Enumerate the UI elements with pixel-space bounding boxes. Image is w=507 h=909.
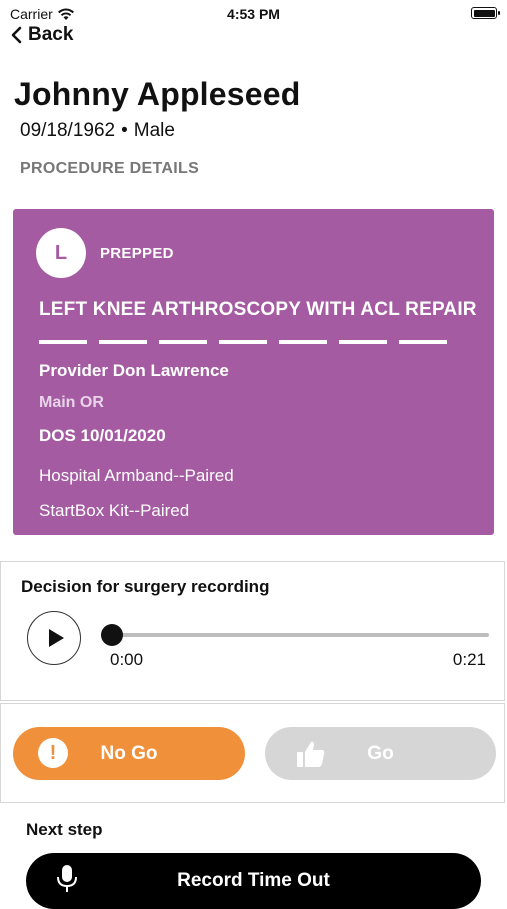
decision-panel: ! No Go Go — [0, 703, 505, 803]
chevron-left-icon — [11, 26, 22, 44]
status-bar: Carrier 4:53 PM — [0, 0, 507, 28]
current-time: 0:00 — [110, 650, 144, 669]
patient-sex: Male — [133, 120, 175, 141]
next-step-label: Next step — [26, 820, 103, 839]
recording-panel: Decision for surgery recording 0:00 0:21 — [0, 561, 505, 701]
recording-title: Decision for surgery recording — [21, 577, 270, 596]
section-label: PROCEDURE DETAILS — [20, 160, 200, 177]
armband-status: Hospital Armband--Paired — [39, 466, 234, 485]
procedure-provider: Provider Don Lawrence — [39, 361, 229, 380]
record-time-out-button[interactable]: Record Time Out — [26, 853, 481, 909]
go-button[interactable]: Go — [265, 727, 496, 780]
procedure-avatar: L — [36, 228, 86, 278]
patient-name: Johnny Appleseed — [14, 76, 301, 112]
total-time: 0:21 — [452, 650, 486, 669]
no-go-button[interactable]: ! No Go — [13, 727, 245, 780]
playback-slider[interactable] — [101, 624, 489, 646]
procedure-dos: DOS 10/01/2020 — [39, 426, 166, 445]
procedure-card[interactable]: L PREPPED LEFT KNEE ARTHROSCOPY WITH ACL… — [13, 209, 494, 535]
playback-knob[interactable] — [101, 624, 123, 646]
microphone-icon — [57, 865, 77, 892]
kit-status: StartBox Kit--Paired — [39, 501, 190, 520]
back-button[interactable]: Back — [10, 24, 73, 46]
status-time: 4:53 PM — [227, 6, 280, 22]
record-time-out-label: Record Time Out — [177, 870, 330, 891]
procedure-location: Main OR — [39, 394, 104, 411]
battery-icon — [471, 7, 500, 19]
play-button[interactable] — [27, 611, 81, 665]
go-label: Go — [367, 742, 394, 764]
divider-dashes — [39, 340, 447, 344]
play-icon — [48, 629, 64, 647]
back-label: Back — [28, 24, 74, 45]
no-go-label: No Go — [100, 742, 158, 764]
patient-dob: 09/18/1962 — [20, 120, 116, 141]
procedure-status: PREPPED — [100, 245, 174, 262]
procedure-title: LEFT KNEE ARTHROSCOPY WITH ACL REPAIR — [39, 299, 477, 320]
meta-separator: • — [121, 120, 128, 141]
thumbs-up-icon — [297, 741, 325, 767]
patient-meta: 09/18/1962 • Male — [20, 120, 175, 142]
exclamation-icon: ! — [38, 738, 68, 768]
